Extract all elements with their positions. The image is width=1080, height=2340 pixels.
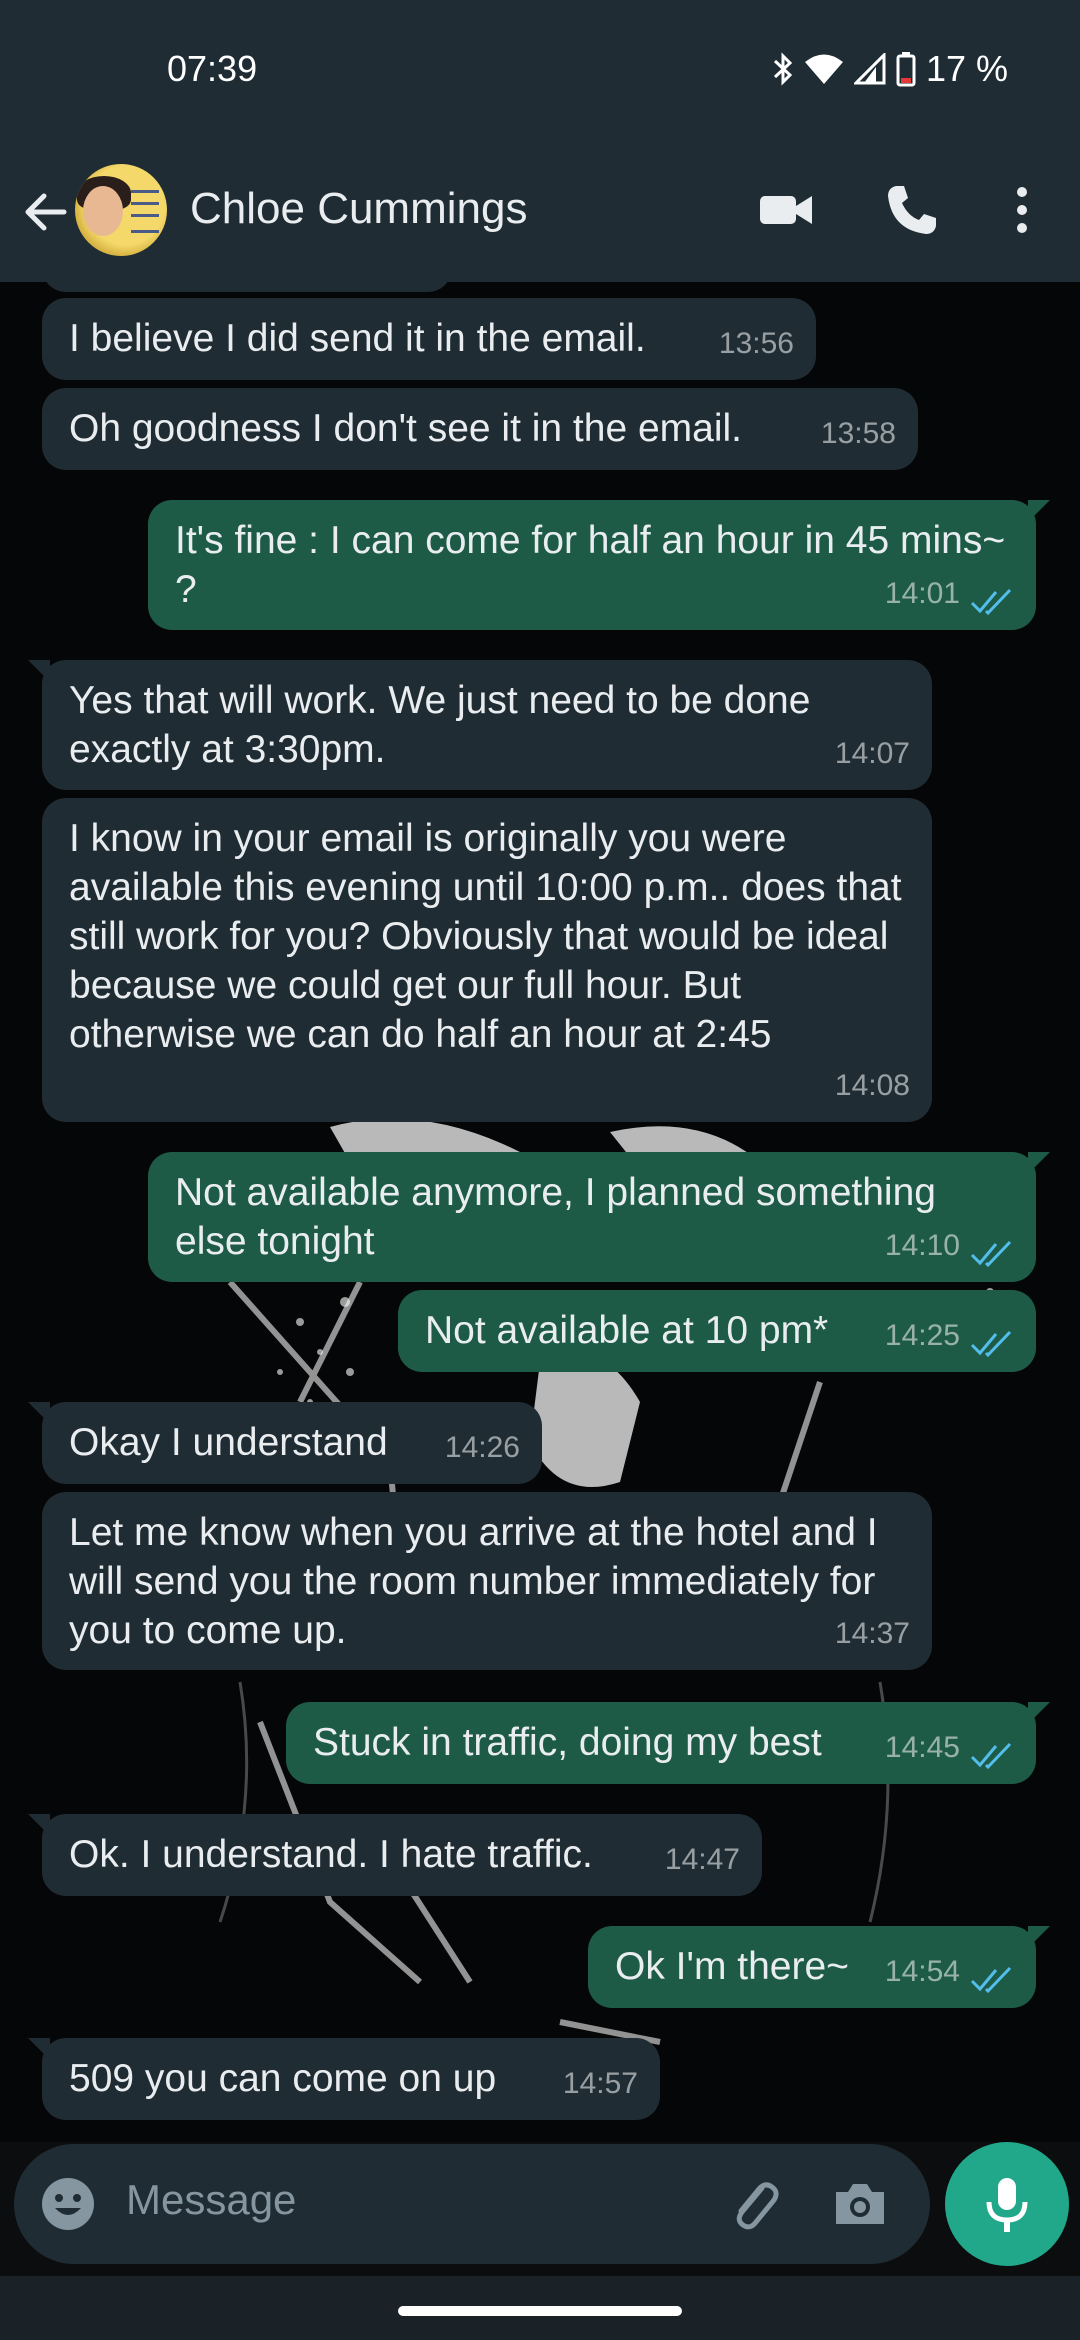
- message-bubble-incoming[interactable]: Okay I understand 14:26: [28, 1402, 542, 1484]
- message-time: 13:56: [718, 327, 794, 360]
- read-ticks-icon: [970, 1330, 1012, 1358]
- message-input[interactable]: Message: [126, 2176, 296, 2224]
- message-time: 13:58: [820, 417, 896, 450]
- more-vert-icon[interactable]: [992, 180, 1052, 240]
- message-bubble-outgoing[interactable]: It's fine : I can come for half an hour …: [148, 500, 1050, 630]
- navigation-bar: [0, 2276, 1080, 2340]
- voice-call-icon[interactable]: [882, 180, 942, 240]
- emoji-icon[interactable]: [40, 2176, 96, 2232]
- back-arrow-icon[interactable]: [18, 184, 74, 240]
- message-time: 14:47: [664, 1843, 740, 1876]
- mic-button[interactable]: [945, 2142, 1069, 2266]
- message-bubble-outgoing[interactable]: Not available at 10 pm* 14:25: [398, 1290, 1036, 1372]
- contact-name[interactable]: Chloe Cummings: [190, 184, 527, 234]
- message-bubble-incoming[interactable]: Yes that will work. We just need to be d…: [28, 660, 932, 790]
- signal-icon: [853, 53, 886, 85]
- message-text: Ok. I understand. I hate traffic.: [69, 1833, 593, 1876]
- message-bubble-incoming[interactable]: I believe I did send it in the email. 13…: [42, 298, 816, 380]
- message-time: 14:57: [562, 2067, 638, 2100]
- message-composer: Message: [14, 2144, 930, 2264]
- message-time: 14:45: [884, 1731, 960, 1764]
- status-icons: 17 %: [772, 48, 1008, 90]
- mic-icon: [986, 2178, 1028, 2232]
- read-ticks-icon: [970, 588, 1012, 616]
- message-bubble-outgoing[interactable]: Ok I'm there~ 14:54: [588, 1926, 1050, 2008]
- avatar[interactable]: [75, 164, 167, 256]
- read-ticks-icon: [970, 1966, 1012, 1994]
- message-time: 14:26: [444, 1431, 520, 1464]
- message-text: Oh goodness I don't see it in the email.: [69, 407, 743, 450]
- bluetooth-icon: [772, 52, 794, 86]
- message-time: 14:10: [884, 1229, 960, 1262]
- message-time: 14:37: [834, 1617, 910, 1650]
- message-bubble-incoming[interactable]: Oh goodness I don't see it in the email.…: [42, 388, 918, 470]
- camera-icon[interactable]: [830, 2174, 890, 2234]
- battery-percent: 17 %: [925, 48, 1008, 89]
- message-text: It's fine : I can come for half an hour …: [175, 519, 1016, 611]
- message-bubble-incoming[interactable]: Ok. I understand. I hate traffic. 14:47: [28, 1814, 762, 1896]
- message-text: Let me know when you arrive at the hotel…: [69, 1511, 889, 1652]
- read-ticks-icon: [970, 1742, 1012, 1770]
- status-bar: 07:39 17 %: [0, 0, 1080, 140]
- message-time: 14:08: [834, 1069, 910, 1102]
- message-bubble-partial: [42, 282, 452, 292]
- message-time: 14:25: [884, 1319, 960, 1352]
- chat-area[interactable]: I believe I did send it in the email. 13…: [0, 282, 1080, 2142]
- message-text: I know in your email is originally you w…: [69, 817, 913, 1056]
- message-text: 509 you can come on up: [69, 2057, 497, 2100]
- message-text: Not available anymore, I planned somethi…: [175, 1171, 947, 1263]
- home-gesture-handle[interactable]: [398, 2306, 682, 2316]
- battery-icon: [896, 51, 916, 87]
- message-text: Yes that will work. We just need to be d…: [69, 679, 822, 771]
- message-time: 14:07: [834, 737, 910, 770]
- video-call-icon[interactable]: [756, 180, 816, 240]
- message-text: I believe I did send it in the email.: [69, 317, 646, 360]
- message-time: 14:01: [884, 577, 960, 610]
- chat-header: Chloe Cummings: [0, 140, 1080, 282]
- wifi-icon: [804, 53, 844, 85]
- read-ticks-icon: [970, 1240, 1012, 1268]
- message-bubble-incoming[interactable]: Let me know when you arrive at the hotel…: [42, 1492, 932, 1670]
- message-bubble-outgoing[interactable]: Stuck in traffic, doing my best 14:45: [286, 1702, 1050, 1784]
- status-time: 07:39: [167, 48, 258, 89]
- attach-icon[interactable]: [724, 2174, 784, 2234]
- message-bubble-incoming[interactable]: 509 you can come on up 14:57: [28, 2038, 660, 2120]
- message-bubble-incoming[interactable]: I know in your email is originally you w…: [42, 798, 932, 1122]
- message-bubble-outgoing[interactable]: Not available anymore, I planned somethi…: [148, 1152, 1050, 1282]
- message-time: 14:54: [884, 1955, 960, 1988]
